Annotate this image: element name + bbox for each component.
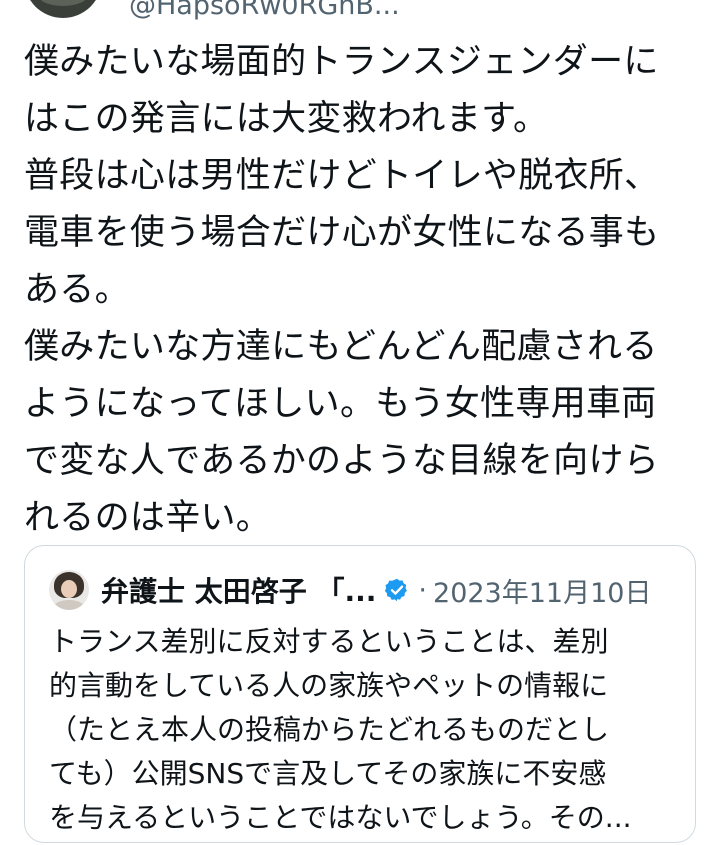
quoted-tweet-date[interactable]: 2023年11月10日 — [433, 571, 651, 610]
quoted-tweet-line: （たとえ本人の投稿からたどれるものだとし — [49, 713, 610, 746]
tweet-line: れるのは辛い。 — [24, 498, 272, 538]
tweet-line: ようになってほしい。もう女性専用車両 — [24, 384, 657, 424]
tweet-line: 電車を使う場合だけ心が女性になる事も — [24, 213, 660, 253]
header-separator: · — [418, 574, 428, 606]
avatar-face — [61, 580, 77, 598]
quoted-tweet-card[interactable]: 弁護士 太田啓子 「... · 2023年11月10日 トランス差別に反対すると… — [24, 545, 696, 843]
avatar-body — [53, 600, 85, 610]
quoted-tweet-line: 的言動をしている人の家族やペットの情報に — [49, 669, 609, 702]
tweet-line: 僕みたいな方達にもどんどん配慮される — [24, 327, 658, 367]
verified-badge-icon — [385, 578, 408, 602]
author-row: @HapsoRw0RGnB... — [24, 0, 704, 21]
author-avatar[interactable] — [24, 0, 102, 18]
tweet-line: はこの発言には大変救われます。 — [24, 99, 549, 139]
quoted-author-name[interactable]: 弁護士 太田啓子 「... — [101, 570, 376, 610]
quoted-tweet-line: を与えるということではないでしょう。その... — [49, 801, 632, 834]
tweet-line: で変な人であるかのような目線を向けら — [24, 441, 660, 481]
quoted-tweet-header: 弁護士 太田啓子 「... · 2023年11月10日 — [49, 568, 651, 612]
author-handle[interactable]: @HapsoRw0RGnB... — [129, 0, 400, 21]
tweet-line: 僕みたいな場面的トランスジェンダーに — [24, 42, 659, 82]
quoted-tweet-line: ても）公開SNSで言及してその家族に不安感 — [49, 757, 607, 790]
tweet-line: ある。 — [24, 270, 130, 310]
tweet-line: 普段は心は男性だけどトイレや脱衣所、 — [24, 156, 660, 196]
quoted-author-avatar[interactable] — [49, 570, 89, 610]
quoted-tweet-text: トランス差別に反対するということは、差別 的言動をしている人の家族やペットの情報… — [49, 620, 679, 840]
quoted-tweet-line: トランス差別に反対するということは、差別 — [49, 625, 609, 658]
tweet-text: 僕みたいな場面的トランスジェンダーに はこの発言には大変救われます。 普段は心は… — [24, 34, 696, 547]
